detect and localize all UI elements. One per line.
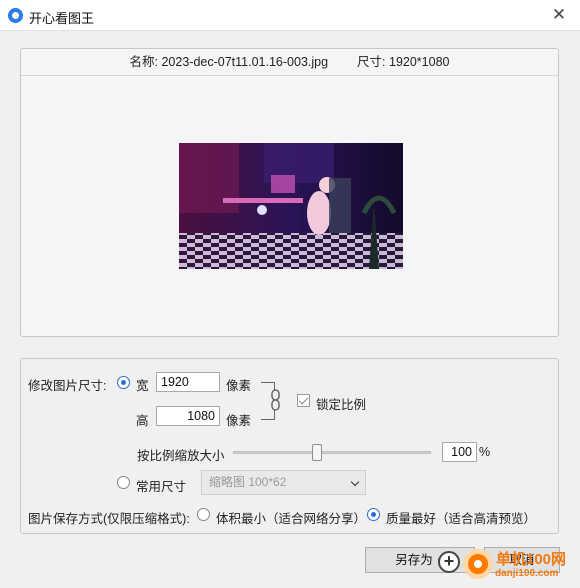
common-size-select[interactable]: 缩略图 100*62: [201, 470, 366, 495]
watermark-domain: danji100.com: [495, 568, 559, 579]
scale-label: 按比例缩放大小: [137, 449, 225, 463]
app-logo-icon: [8, 8, 23, 23]
custom-size-radio[interactable]: [117, 376, 130, 389]
best-quality-label: 质量最好（适合高清预览）: [386, 512, 537, 526]
width-label: 宽: [136, 379, 149, 393]
common-size-value: 缩略图 100*62: [209, 475, 287, 489]
best-quality-radio[interactable]: [367, 508, 380, 521]
resize-section-label: 修改图片尺寸:: [28, 379, 107, 393]
scale-slider-thumb[interactable]: [312, 444, 322, 461]
image-size: 1920*1080: [389, 55, 450, 69]
save-as-label: 另存为: [395, 553, 433, 567]
watermark-brand: 单机100网: [496, 551, 567, 568]
image-thumbnail: [179, 143, 403, 269]
height-input[interactable]: 1080: [156, 406, 220, 426]
height-label: 高: [136, 414, 149, 428]
window-title: 开心看图王: [29, 11, 95, 26]
watermark-logo-icon: [463, 549, 493, 579]
scale-slider-track[interactable]: [233, 451, 431, 454]
lock-ratio-label: 锁定比例: [316, 398, 367, 412]
smallest-size-radio[interactable]: [197, 508, 210, 521]
ratio-bracket-bottom: [261, 410, 275, 420]
watermark-plus-icon: +: [438, 551, 460, 573]
name-label: 名称:: [129, 55, 158, 69]
common-size-label: 常用尺寸: [136, 480, 187, 494]
common-size-radio[interactable]: [117, 476, 130, 489]
chevron-down-icon: [350, 477, 360, 487]
scale-input[interactable]: 100: [442, 442, 477, 462]
close-icon[interactable]: ✕: [546, 3, 572, 27]
smallest-size-label: 体积最小（适合网络分享）: [216, 512, 367, 526]
title-bar: 开心看图王 ✕: [0, 0, 580, 31]
file-info-bar: 名称: 2023-dec-07t11.01.16-003.jpg 尺寸: 192…: [21, 49, 558, 76]
preview-panel: 名称: 2023-dec-07t11.01.16-003.jpg 尺寸: 192…: [20, 48, 559, 337]
size-label: 尺寸:: [357, 55, 386, 69]
chain-link-icon[interactable]: [269, 389, 282, 411]
width-input[interactable]: 1920: [156, 372, 220, 392]
width-unit: 像素: [226, 379, 252, 393]
save-mode-label: 图片保存方式(仅限压缩格式):: [28, 512, 190, 526]
height-unit: 像素: [226, 414, 252, 428]
scale-unit: %: [479, 445, 491, 459]
lock-ratio-checkbox[interactable]: [297, 394, 310, 407]
file-name: 2023-dec-07t11.01.16-003.jpg: [161, 55, 329, 69]
